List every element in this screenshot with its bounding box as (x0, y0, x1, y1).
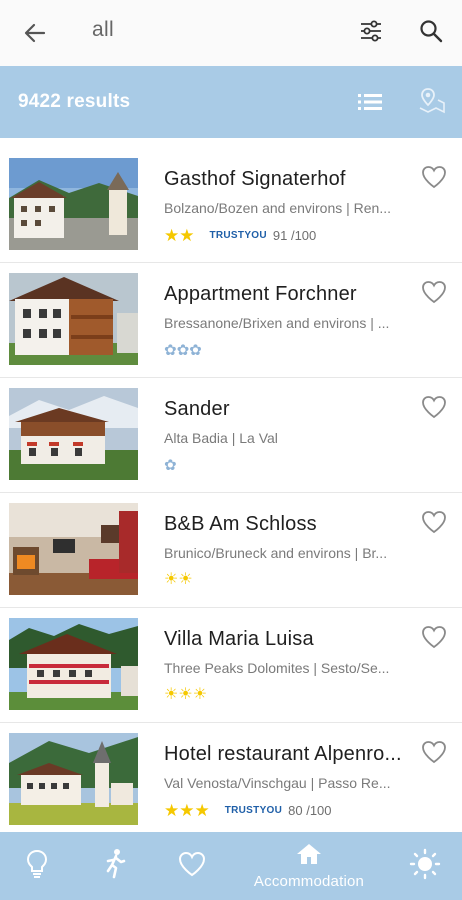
sliders-icon[interactable] (354, 14, 388, 48)
list-item[interactable]: B&B Am Schloss Brunico/Bruneck and envir… (0, 493, 462, 608)
nav-accommodation-label: Accommodation (253, 873, 365, 890)
heart-icon[interactable] (418, 277, 450, 307)
list-item[interactable]: Sander Alta Badia | La Val ✿ (0, 378, 462, 493)
list-item[interactable]: Hotel restaurant Alpenro... Val Venosta/… (0, 723, 462, 832)
trustyou-logo: TRUSTYOU (209, 229, 267, 241)
accommodation-photo (9, 158, 138, 250)
nav-favorites[interactable] (173, 832, 211, 900)
bottom-navigation: Accommodation (0, 832, 462, 900)
star-rating: ★★★ (164, 800, 210, 820)
accommodation-name[interactable]: Gasthof Signaterhof (164, 168, 412, 191)
accommodation-photo (9, 733, 138, 825)
accommodation-photo (9, 388, 138, 480)
list-item[interactable]: Appartment Forchner Bressanone/Brixen an… (0, 263, 462, 378)
nav-tips[interactable] (18, 832, 56, 900)
list-item[interactable]: Gasthof Signaterhof Bolzano/Bozen and en… (0, 148, 462, 263)
accommodation-list: Gasthof Signaterhof Bolzano/Bozen and en… (0, 148, 462, 832)
accommodation-name[interactable]: Appartment Forchner (164, 283, 412, 306)
arrow-left-icon[interactable] (18, 16, 52, 50)
trustyou-score: 91 /100 (272, 227, 317, 243)
sun-rating: ☀☀☀ (164, 686, 208, 703)
nav-accommodation[interactable]: Accommodation (236, 832, 382, 900)
rating-row: ★★ TRUSTYOU 91 /100 (164, 225, 316, 245)
accommodation-location: Bressanone/Brixen and environs | ... (164, 315, 390, 331)
trustyou-badge: TRUSTYOU 91 /100 (209, 228, 316, 243)
results-bar: 9422 results (0, 66, 462, 138)
rating-row: ★★★ TRUSTYOU 80 /100 (164, 800, 332, 820)
house-icon (295, 842, 323, 871)
nav-activities[interactable] (96, 832, 134, 900)
accommodation-location: Bolzano/Bozen and environs | Ren... (164, 200, 392, 216)
accommodation-name[interactable]: B&B Am Schloss (164, 513, 412, 536)
sun-rating: ☀☀ (164, 571, 193, 588)
accommodation-name[interactable]: Hotel restaurant Alpenro... (164, 743, 412, 766)
results-count: 9422 results (18, 91, 131, 112)
accommodation-location: Val Venosta/Vinschgau | Passo Re... (164, 775, 391, 791)
rating-row: ☀☀☀ (164, 685, 210, 705)
accommodation-location: Brunico/Bruneck and environs | Br... (164, 545, 388, 561)
rating-row: ☀☀ (164, 570, 196, 590)
heart-icon[interactable] (418, 507, 450, 537)
accommodation-photo (9, 503, 138, 595)
map-pin-icon[interactable] (416, 84, 448, 118)
list-item[interactable]: Villa Maria Luisa Three Peaks Dolomites … (0, 608, 462, 723)
search-icon[interactable] (414, 14, 448, 48)
lightbulb-icon (24, 848, 50, 885)
heart-icon[interactable] (418, 392, 450, 422)
trustyou-logo: TRUSTYOU (224, 804, 283, 816)
accommodation-location: Three Peaks Dolomites | Sesto/Se... (164, 660, 390, 676)
accommodation-location: Alta Badia | La Val (164, 430, 278, 446)
trustyou-badge: TRUSTYOU 80 /100 (225, 803, 332, 818)
rating-row: ✿ (164, 455, 179, 475)
top-app-bar: all (0, 0, 462, 66)
search-query-text[interactable]: all (92, 18, 114, 42)
heart-icon[interactable] (418, 162, 450, 192)
walking-person-icon (102, 848, 128, 885)
list-view-icon[interactable] (354, 86, 386, 118)
flower-rating: ✿✿✿ (164, 341, 202, 359)
heart-icon[interactable] (418, 622, 450, 652)
flower-rating: ✿ (164, 456, 177, 474)
accommodation-photo (9, 273, 138, 365)
accommodation-photo (9, 618, 138, 710)
sun-icon (409, 848, 441, 885)
heart-icon (177, 850, 207, 883)
rating-row: ✿✿✿ (164, 340, 204, 360)
trustyou-score: 80 /100 (288, 802, 332, 818)
heart-icon[interactable] (418, 737, 450, 767)
accommodation-name[interactable]: Sander (164, 398, 412, 421)
star-rating: ★★ (164, 225, 195, 245)
accommodation-name[interactable]: Villa Maria Luisa (164, 628, 412, 651)
nav-weather[interactable] (404, 832, 446, 900)
